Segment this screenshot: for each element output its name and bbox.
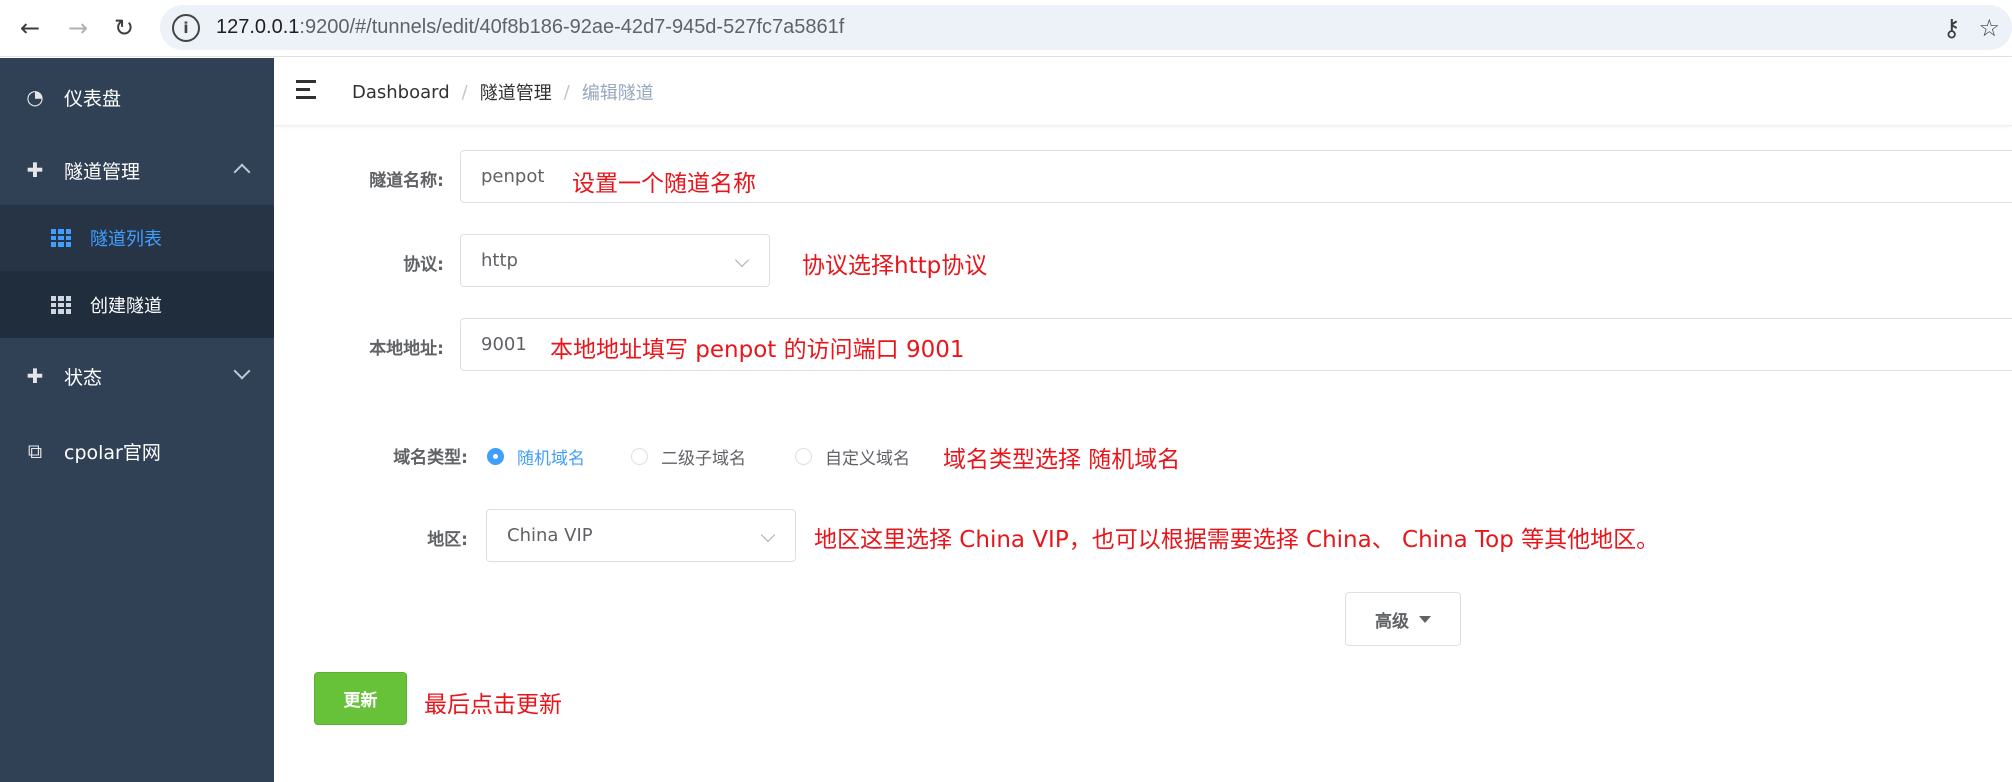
sidebar-item-tunnel-management[interactable]: ✚ 隧道管理 xyxy=(0,135,274,205)
sidebar-item-status[interactable]: ✚ 状态 xyxy=(0,341,274,411)
update-button[interactable]: 更新 xyxy=(314,672,407,725)
radio-second-level-subdomain[interactable]: 二级子域名 xyxy=(631,444,746,469)
caret-down-icon xyxy=(1419,615,1431,623)
reload-icon[interactable]: ↻ xyxy=(108,12,140,44)
annotation-local-address: 本地地址填写 penpot 的访问端口 9001 xyxy=(550,337,965,363)
status-icon: ✚ xyxy=(26,364,44,388)
site-info-icon[interactable]: i xyxy=(172,13,200,42)
local-address-value: 9001 xyxy=(481,334,527,355)
chevron-down-icon xyxy=(760,527,776,543)
breadcrumb-dashboard[interactable]: Dashboard xyxy=(352,82,450,103)
hamburger-menu-icon[interactable] xyxy=(296,80,318,100)
radio-custom-domain[interactable]: 自定义域名 xyxy=(795,444,910,469)
key-icon[interactable]: ⚷ xyxy=(1943,14,1961,42)
submenu-item-create-tunnel[interactable]: 创建隧道 xyxy=(0,272,274,338)
protocol-value: http xyxy=(481,250,518,271)
sidebar-item-dashboard[interactable]: ◔ 仪表盘 xyxy=(0,62,274,132)
tunnel-name-label: 隧道名称: xyxy=(369,171,444,191)
external-link-icon: ⧉ xyxy=(27,439,43,463)
forward-arrow-icon[interactable]: → xyxy=(62,12,94,44)
chevron-down-icon xyxy=(734,252,750,268)
browser-toolbar: ← → ↻ i 127.0.0.1:9200/#/tunnels/edit/40… xyxy=(0,0,2012,57)
sidebar-item-label: 仪表盘 xyxy=(64,87,122,110)
sidebar: ◔ 仪表盘 ✚ 隧道管理 隧道列表 创建隧道 ✚ 状态 ⧉ cpolar官网 xyxy=(0,58,274,782)
region-select[interactable]: China VIP xyxy=(486,509,796,562)
url-text[interactable]: 127.0.0.1:9200/#/tunnels/edit/40f8b186-9… xyxy=(216,16,844,39)
annotation-protocol: 协议选择http协议 xyxy=(802,253,988,279)
region-value: China VIP xyxy=(507,525,593,546)
bookmark-star-icon[interactable]: ☆ xyxy=(1978,14,2000,42)
sidebar-item-label: cpolar官网 xyxy=(64,441,161,464)
table-icon xyxy=(51,229,71,247)
sidebar-item-label: 隧道管理 xyxy=(64,160,141,183)
submenu-item-label: 创建隧道 xyxy=(90,296,162,317)
tunnel-name-value: penpot xyxy=(481,166,545,187)
chevron-up-icon xyxy=(233,163,251,181)
breadcrumb: Dashboard / 隧道管理 / 编辑隧道 xyxy=(352,58,654,126)
sidebar-item-cpolar-website[interactable]: ⧉ cpolar官网 xyxy=(0,416,274,486)
radio-random-domain[interactable]: 随机域名 xyxy=(487,444,585,469)
sidebar-item-label: 状态 xyxy=(64,366,103,389)
local-address-label: 本地地址: xyxy=(369,339,444,359)
annotation-domain-type: 域名类型选择 随机域名 xyxy=(943,447,1181,473)
submenu-item-tunnel-list[interactable]: 隧道列表 xyxy=(0,205,274,271)
protocol-label: 协议: xyxy=(403,255,444,275)
region-label: 地区: xyxy=(427,530,468,550)
top-header: Dashboard / 隧道管理 / 编辑隧道 xyxy=(274,58,2012,126)
breadcrumb-tunnel-management[interactable]: 隧道管理 xyxy=(480,79,552,105)
table-icon xyxy=(51,296,71,314)
dashboard-icon: ◔ xyxy=(26,85,44,109)
chevron-down-icon xyxy=(233,362,251,380)
annotation-tunnel-name: 设置一个随道名称 xyxy=(572,171,756,197)
tunnel-submenu: 隧道列表 创建隧道 xyxy=(0,205,274,338)
protocol-select[interactable]: http xyxy=(460,234,770,287)
advanced-button[interactable]: 高级 xyxy=(1345,592,1461,646)
breadcrumb-edit-tunnel: 编辑隧道 xyxy=(581,83,654,104)
submenu-item-label: 隧道列表 xyxy=(90,229,162,250)
annotation-update: 最后点击更新 xyxy=(424,692,562,718)
domain-type-label: 域名类型: xyxy=(393,448,468,468)
back-arrow-icon[interactable]: ← xyxy=(14,12,46,44)
tunnel-icon: ✚ xyxy=(26,158,44,182)
address-bar[interactable]: i 127.0.0.1:9200/#/tunnels/edit/40f8b186… xyxy=(160,5,2012,50)
annotation-region: 地区这里选择 China VIP，也可以根据需要选择 China、 China … xyxy=(814,527,1660,553)
